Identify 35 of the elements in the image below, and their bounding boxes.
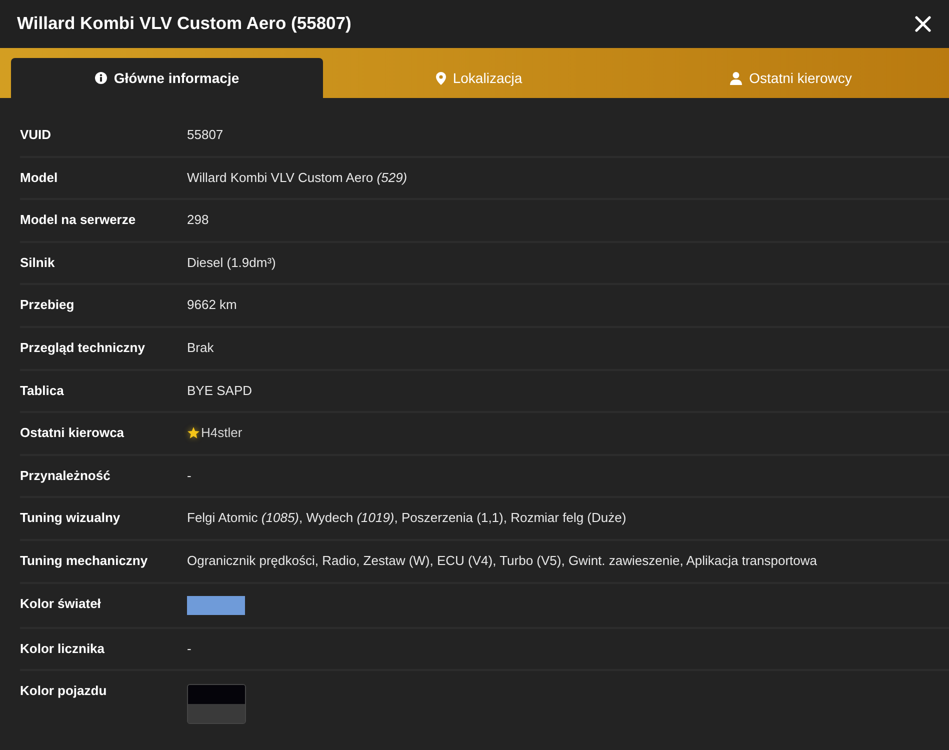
map-pin-icon — [436, 72, 446, 84]
field-value: Felgi Atomic (1085), Wydech (1019), Poszerzenia (1,1), Rozmiar felg (Duże) — [187, 510, 626, 527]
field-label: Kolor świateł — [20, 596, 102, 612]
field-value: Willard Kombi VLV Custom Aero (529) — [187, 170, 408, 186]
field-value: - — [187, 640, 192, 658]
close-button[interactable] — [914, 15, 932, 33]
info-icon — [94, 72, 107, 84]
field-value: Diesel (1.9dm³) — [187, 254, 276, 272]
field-label: Przebieg — [20, 297, 76, 314]
field-label: VUID — [20, 127, 52, 144]
field-value: 55807 — [187, 127, 224, 144]
field-value: Brak — [187, 340, 214, 357]
field-label: Model — [20, 170, 59, 186]
field-label: Silnik — [20, 254, 56, 272]
field-label: Tuning wizualny — [20, 510, 122, 527]
field-label: Przynależność — [20, 468, 112, 484]
field-label: Tablica — [20, 382, 65, 400]
field-label: Kolor licznika — [20, 640, 106, 658]
field-value: Ogranicznik prędkości, Radio, Zestaw (W), ECU (V4), Turbo (V5), Gwint. zawieszenie, Aplikacja transportowa — [187, 552, 818, 570]
driver-name: H4stler — [201, 425, 242, 442]
window-title: Willard Kombi VLV Custom Aero (55807) — [17, 15, 352, 33]
tab[interactable]: Główne informacje — [11, 58, 323, 98]
user-icon — [730, 72, 742, 84]
field-value: 9662 km — [187, 297, 237, 314]
tab[interactable]: Lokalizacja — [323, 58, 635, 98]
tab[interactable]: Ostatni kierowcy — [635, 58, 947, 98]
field-label: Model na serwerze — [20, 212, 137, 229]
field-value: - — [187, 468, 192, 484]
close-icon — [915, 16, 931, 32]
field-value: BYE SAPD — [187, 382, 252, 400]
field-label: Kolor pojazdu — [20, 683, 108, 700]
field-label: Ostatni kierowca — [20, 425, 126, 442]
field-label: Przegląd techniczny — [20, 340, 146, 357]
field-label: Tuning mechaniczny — [20, 552, 149, 570]
field-value: 298 — [187, 212, 209, 229]
